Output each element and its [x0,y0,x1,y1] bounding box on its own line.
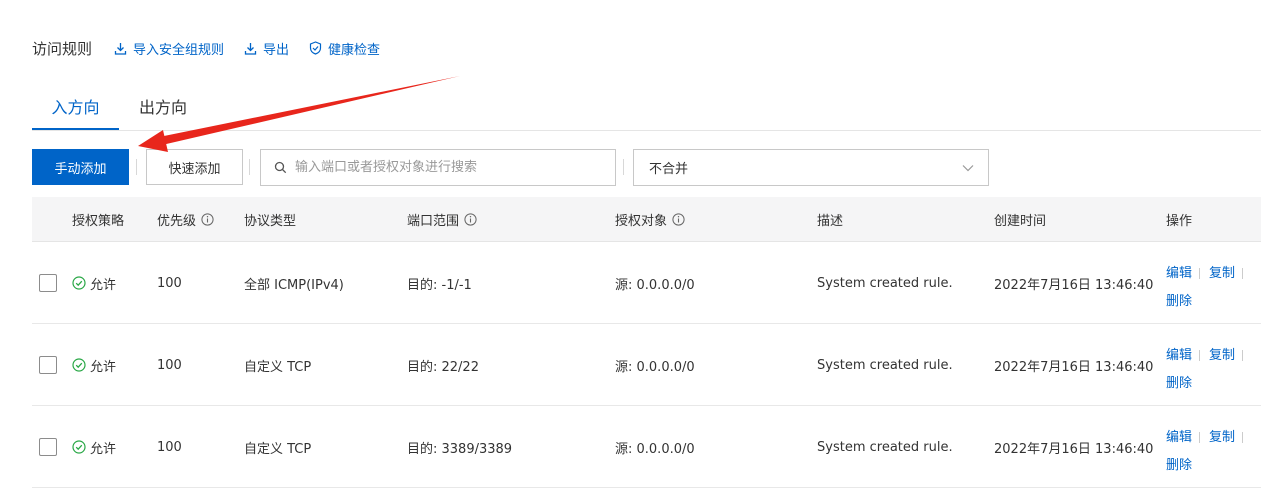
col-priority: 优先级 [157,197,214,241]
chevron-down-icon [962,164,974,172]
action-divider [1242,350,1244,361]
info-icon[interactable] [201,212,214,226]
priority-cell: 100 [157,357,182,373]
search-input[interactable] [293,159,597,176]
quick-add-button[interactable]: 快速添加 [146,149,243,185]
col-created-time: 创建时间 [994,213,1047,229]
col-description: 描述 [817,213,844,229]
health-check-label: 健康检查 [328,42,381,58]
port-range-cell: 目的: 22/22 [407,359,479,375]
port-range-cell: 目的: 3389/3389 [407,441,513,457]
check-circle-icon [72,358,86,372]
col-port-range-label: 端口范围 [407,213,460,229]
delete-link[interactable]: 删除 [1166,294,1192,309]
search-box [260,149,616,186]
row-actions: 编辑 复制 删除 [1166,260,1252,316]
col-auth-object-label: 授权对象 [615,213,668,229]
delete-link[interactable]: 删除 [1166,376,1192,391]
port-range-cell: 目的: -1/-1 [407,277,472,293]
health-check-link[interactable]: 健康检查 [309,39,380,58]
created-time-cell: 2022年7月16日 13:46:40 [994,359,1154,375]
policy-label: 允许 [90,441,117,457]
check-circle-icon [72,440,86,454]
policy-cell: 允许 [72,355,116,375]
export-icon [244,42,257,55]
import-security-group-rules-link[interactable]: 导入安全组规则 [114,39,224,58]
auth-object-cell: 源: 0.0.0.0/0 [615,359,695,375]
policy-label: 允许 [90,277,117,293]
merge-select-value: 不合并 [649,162,689,177]
row-checkbox[interactable] [39,274,57,292]
export-link[interactable]: 导出 [244,39,289,58]
row-actions: 编辑 复制 删除 [1166,342,1252,398]
action-divider [1199,432,1201,443]
check-circle-icon [72,276,86,290]
copy-link[interactable]: 复制 [1209,430,1235,445]
row-checkbox[interactable] [39,356,57,374]
priority-cell: 100 [157,275,182,291]
table-row: 允许 100 全部 ICMP(IPv4) 目的: -1/-1 源: 0.0.0.… [32,242,1261,324]
row-checkbox[interactable] [39,438,57,456]
manual-add-button[interactable]: 手动添加 [32,149,129,185]
action-divider [1199,350,1201,361]
protocol-cell: 自定义 TCP [244,441,312,457]
row-actions: 编辑 复制 删除 [1166,424,1252,480]
description-cell: System created rule. [817,439,953,455]
created-time-cell: 2022年7月16日 13:46:40 [994,277,1154,293]
table-header: 授权策略 优先级 协议类型 端口范围 授权对象 描述 创建时间 操作 [32,197,1261,242]
page-title: 访问规则 [32,39,93,58]
info-icon[interactable] [464,212,477,226]
import-icon [114,42,127,55]
policy-label: 允许 [90,359,117,375]
copy-link[interactable]: 复制 [1209,348,1235,363]
policy-cell: 允许 [72,437,116,457]
shield-check-icon [309,41,322,55]
direction-tabs: 入方向 出方向 [32,82,1261,131]
toolbar-divider [623,159,624,175]
edit-link[interactable]: 编辑 [1166,430,1192,445]
action-divider [1199,268,1201,279]
export-label: 导出 [263,42,290,58]
info-icon[interactable] [672,212,685,226]
copy-link[interactable]: 复制 [1209,266,1235,281]
toolbar-divider [136,159,137,175]
action-divider [1242,268,1244,279]
edit-link[interactable]: 编辑 [1166,348,1192,363]
protocol-cell: 自定义 TCP [244,359,312,375]
col-port-range: 端口范围 [407,197,477,241]
description-cell: System created rule. [817,275,953,291]
col-actions: 操作 [1166,213,1193,229]
tab-inbound[interactable]: 入方向 [32,82,119,130]
action-divider [1242,432,1244,443]
policy-cell: 允许 [72,273,116,293]
col-policy: 授权策略 [72,213,125,229]
table-row: 允许 100 自定义 TCP 目的: 3389/3389 源: 0.0.0.0/… [32,406,1261,488]
protocol-cell: 全部 ICMP(IPv4) [244,277,344,293]
search-icon [274,161,287,174]
auth-object-cell: 源: 0.0.0.0/0 [615,277,695,293]
header: 访问规则 导入安全组规则 导出 健康检查 [32,36,400,60]
description-cell: System created rule. [817,357,953,373]
auth-object-cell: 源: 0.0.0.0/0 [615,441,695,457]
created-time-cell: 2022年7月16日 13:46:40 [994,441,1154,457]
col-priority-label: 优先级 [157,213,197,229]
col-auth-object: 授权对象 [615,197,685,241]
merge-select[interactable]: 不合并 [633,149,989,186]
table-row: 允许 100 自定义 TCP 目的: 22/22 源: 0.0.0.0/0 Sy… [32,324,1261,406]
delete-link[interactable]: 删除 [1166,458,1192,473]
priority-cell: 100 [157,439,182,455]
edit-link[interactable]: 编辑 [1166,266,1192,281]
toolbar-divider [249,159,250,175]
import-label: 导入安全组规则 [133,42,225,58]
col-protocol: 协议类型 [244,213,297,229]
tab-outbound[interactable]: 出方向 [129,82,197,129]
